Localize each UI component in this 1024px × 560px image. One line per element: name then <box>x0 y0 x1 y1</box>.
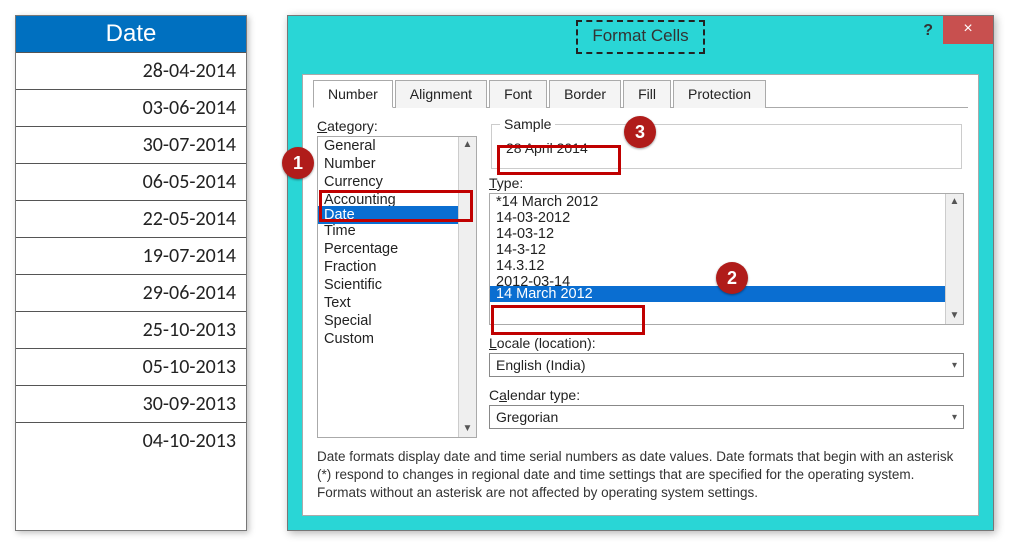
dialog-titlebar: Format Cells ? × <box>288 16 993 60</box>
tab-alignment[interactable]: Alignment <box>395 80 487 108</box>
scroll-up-icon[interactable]: ▲ <box>459 137 476 153</box>
type-scrollbar[interactable]: ▲ ▼ <box>945 194 963 324</box>
type-item-selected[interactable]: 14 March 2012 <box>490 286 945 302</box>
category-item-currency[interactable]: Currency <box>318 173 458 191</box>
category-label: Category: <box>317 118 477 134</box>
scroll-down-icon[interactable]: ▼ <box>459 421 476 437</box>
tab-fill[interactable]: Fill <box>623 80 671 108</box>
category-item-text[interactable]: Text <box>318 294 458 312</box>
tab-border[interactable]: Border <box>549 80 621 108</box>
table-row[interactable]: 04-10-2013 <box>16 423 246 459</box>
category-item-accounting[interactable]: Accounting <box>318 191 458 206</box>
sample-value: 28 April 2014 <box>500 138 594 158</box>
category-item-fraction[interactable]: Fraction <box>318 258 458 276</box>
dialog-tabs: Number Alignment Font Border Fill Protec… <box>313 79 968 108</box>
format-cells-dialog: Format Cells ? × Number Alignment Font B… <box>287 15 994 531</box>
callout-badge-2: 2 <box>716 262 748 294</box>
category-item-custom[interactable]: Custom <box>318 330 458 348</box>
format-info-text: Date formats display date and time seria… <box>303 438 978 503</box>
calendar-select[interactable]: Gregorian ▾ <box>489 405 964 429</box>
scroll-up-icon[interactable]: ▲ <box>946 194 963 210</box>
type-listbox[interactable]: *14 March 2012 14-03-2012 14-03-12 14-3-… <box>489 193 964 325</box>
category-scrollbar[interactable]: ▲ ▼ <box>458 137 476 437</box>
calendar-value: Gregorian <box>496 409 558 425</box>
category-item-number[interactable]: Number <box>318 155 458 173</box>
table-row[interactable]: 22-05-2014 <box>16 201 246 238</box>
type-label: Type: <box>489 175 964 191</box>
scroll-down-icon[interactable]: ▼ <box>946 308 963 324</box>
help-button[interactable]: ? <box>923 22 933 40</box>
table-row[interactable]: 25-10-2013 <box>16 312 246 349</box>
table-row[interactable]: 03-06-2014 <box>16 90 246 127</box>
table-row[interactable]: 28-04-2014 <box>16 53 246 90</box>
category-item-special[interactable]: Special <box>318 312 458 330</box>
sample-label: Sample <box>500 116 555 132</box>
category-item-percentage[interactable]: Percentage <box>318 240 458 258</box>
tab-font[interactable]: Font <box>489 80 547 108</box>
close-button[interactable]: × <box>943 16 993 44</box>
callout-badge-1: 1 <box>282 147 314 179</box>
category-item-scientific[interactable]: Scientific <box>318 276 458 294</box>
dialog-title: Format Cells <box>576 20 704 54</box>
type-item[interactable]: 14-3-12 <box>490 242 945 258</box>
category-listbox[interactable]: General Number Currency Accounting Date … <box>317 136 477 438</box>
table-row[interactable]: 30-07-2014 <box>16 127 246 164</box>
chevron-down-icon: ▾ <box>952 412 957 423</box>
type-item[interactable]: 14-03-12 <box>490 226 945 242</box>
table-row[interactable]: 06-05-2014 <box>16 164 246 201</box>
table-row[interactable]: 19-07-2014 <box>16 238 246 275</box>
date-column-table: Date 28-04-2014 03-06-2014 30-07-2014 06… <box>15 15 247 531</box>
type-item[interactable]: 14-03-2012 <box>490 210 945 226</box>
tab-protection[interactable]: Protection <box>673 80 766 108</box>
calendar-label: Calendar type: <box>489 387 964 403</box>
table-row[interactable]: 29-06-2014 <box>16 275 246 312</box>
category-item-general[interactable]: General <box>318 137 458 155</box>
locale-select[interactable]: English (India) ▾ <box>489 353 964 377</box>
table-row[interactable]: 30-09-2013 <box>16 386 246 423</box>
chevron-down-icon: ▾ <box>952 360 957 371</box>
type-item[interactable]: *14 March 2012 <box>490 194 945 210</box>
category-item-time[interactable]: Time <box>318 222 458 240</box>
column-header-date: Date <box>16 16 246 53</box>
table-row[interactable]: 05-10-2013 <box>16 349 246 386</box>
locale-label: Locale (location): <box>489 335 964 351</box>
callout-badge-3: 3 <box>624 116 656 148</box>
locale-value: English (India) <box>496 357 586 373</box>
tab-number[interactable]: Number <box>313 80 393 108</box>
